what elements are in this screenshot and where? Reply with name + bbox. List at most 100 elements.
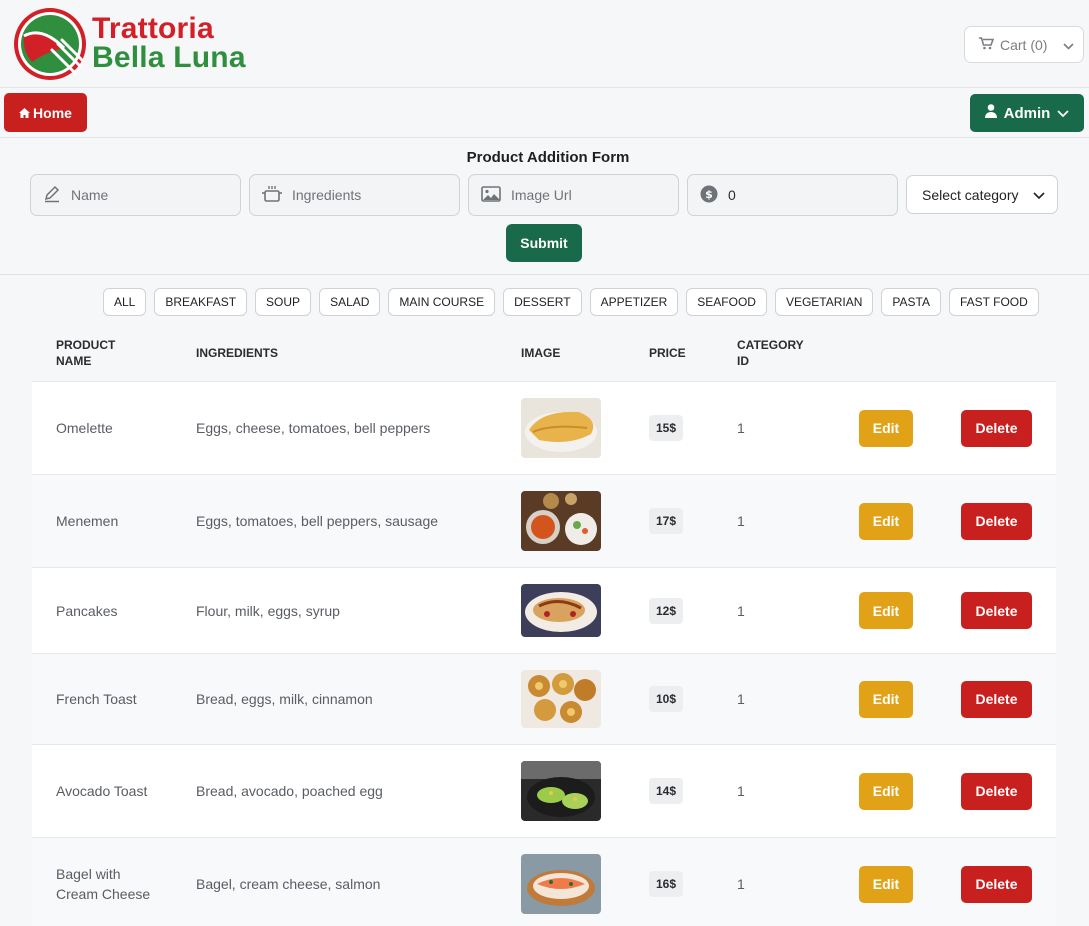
delete-button[interactable]: Delete (961, 592, 1032, 629)
svg-text:$: $ (705, 188, 713, 201)
edit-cell: Edit (859, 568, 913, 653)
table-row: Menemen Eggs, tomatoes, bell peppers, sa… (32, 474, 1056, 567)
edit-cell: Edit (859, 382, 913, 474)
product-category-id: 1 (737, 691, 745, 707)
product-name: Omelette (56, 420, 113, 436)
home-label: Home (33, 104, 72, 121)
category-filter-vegetarian[interactable]: VEGETARIAN (774, 288, 874, 316)
table-row: Omelette Eggs, cheese, tomatoes, bell pe… (32, 381, 1056, 474)
dollar-coin-icon: $ (700, 185, 718, 206)
name-input-placeholder: Name (71, 187, 109, 203)
product-ingredients: Bread, avocado, poached egg (196, 783, 383, 799)
chevron-down-icon (1057, 105, 1069, 122)
delete-cell: Delete (961, 382, 1032, 474)
home-icon (19, 105, 31, 121)
product-image-cell (521, 475, 601, 567)
category-select-label: Select category (922, 186, 1019, 203)
product-price-cell: 17$ (649, 475, 684, 567)
product-category-id: 1 (737, 783, 745, 799)
cart-dropdown-button[interactable]: Cart (0) (964, 26, 1084, 63)
delete-button[interactable]: Delete (961, 680, 1032, 718)
product-category-id: 1 (737, 420, 745, 436)
product-category-id: 1 (737, 876, 745, 892)
product-image-omelette (521, 398, 601, 458)
delete-cell: Delete (961, 654, 1032, 744)
product-name: Menemen (56, 513, 119, 529)
product-price-cell: 12$ (649, 568, 684, 653)
delete-cell: Delete (961, 838, 1032, 926)
product-image-pancakes (521, 584, 601, 637)
column-header-image: IMAGE (521, 346, 561, 360)
category-filter-breakfast[interactable]: BREAKFAST (154, 288, 248, 316)
price-input-value: 0 (728, 187, 736, 203)
edit-cell: Edit (859, 475, 913, 567)
price-badge: 15$ (649, 415, 684, 441)
category-filter-seafood[interactable]: SEAFOOD (686, 288, 767, 316)
edit-button[interactable]: Edit (859, 865, 913, 903)
ingredients-input[interactable]: Ingredients (249, 174, 460, 216)
edit-button[interactable]: Edit (859, 409, 913, 447)
price-badge: 17$ (649, 508, 684, 534)
column-header-ingredients: INGREDIENTS (196, 346, 279, 360)
category-filter-all[interactable]: ALL (103, 288, 147, 316)
image-url-input[interactable]: Image Url (468, 174, 679, 216)
category-filter-pasta[interactable]: PASTA (881, 288, 941, 316)
site-header: Trattoria Bella Luna Cart (0) (0, 0, 1089, 88)
admin-label: Admin (1003, 104, 1051, 122)
table-row: French Toast Bread, eggs, milk, cinnamon… (32, 653, 1056, 744)
product-price-cell: 16$ (649, 838, 684, 926)
category-select[interactable]: Select category (906, 175, 1058, 214)
edit-button[interactable]: Edit (859, 592, 913, 629)
cart-icon (979, 36, 995, 53)
column-header-category-id: CATEGORY ID (737, 338, 804, 368)
edit-button[interactable]: Edit (859, 772, 913, 810)
restaurant-logo[interactable] (12, 6, 88, 82)
category-filter-appetizer[interactable]: APPETIZER (589, 288, 679, 316)
table-row: Bagel with Cream Cheese Bagel, cream che… (32, 837, 1056, 926)
product-image-french-toast (521, 670, 601, 728)
admin-dropdown-button[interactable]: Admin (970, 94, 1084, 132)
pot-icon (262, 185, 282, 206)
price-input[interactable]: $ 0 (687, 174, 898, 216)
chevron-down-icon (1063, 37, 1075, 53)
product-image-menemen (521, 491, 601, 551)
product-image-cell (521, 382, 601, 474)
product-name: French Toast (56, 691, 137, 707)
edit-button[interactable]: Edit (859, 502, 913, 540)
submit-button[interactable]: Submit (506, 224, 582, 262)
delete-cell: Delete (961, 745, 1032, 837)
product-category-id: 1 (737, 602, 745, 619)
delete-button[interactable]: Delete (961, 409, 1032, 447)
table-header: PRODUCT NAME INGREDIENTS IMAGE PRICE CAT… (32, 325, 1056, 381)
user-icon (984, 104, 997, 122)
edit-button[interactable]: Edit (859, 680, 913, 718)
category-filter-soup[interactable]: SOUP (255, 288, 312, 316)
product-name: Bagel with Cream Cheese (56, 866, 151, 902)
product-image-cell (521, 568, 601, 653)
delete-cell: Delete (961, 475, 1032, 567)
form-title: Product Addition Form (466, 149, 630, 166)
name-input[interactable]: Name (30, 174, 241, 216)
image-icon (481, 185, 501, 205)
category-filter-dessert[interactable]: DESSERT (503, 288, 582, 316)
chevron-down-icon (1032, 187, 1045, 203)
product-image-avocado-toast (521, 761, 601, 821)
ingredients-input-placeholder: Ingredients (292, 187, 362, 203)
category-filter-salad[interactable]: SALAD (319, 288, 381, 316)
product-ingredients: Flour, milk, eggs, syrup (196, 602, 340, 619)
table-row: Pancakes Flour, milk, eggs, syrup 12$ 1 … (32, 567, 1056, 653)
delete-button[interactable]: Delete (961, 772, 1032, 810)
category-filter-fast-food[interactable]: FAST FOOD (949, 288, 1039, 316)
delete-button[interactable]: Delete (961, 502, 1032, 540)
edit-cell: Edit (859, 838, 913, 926)
product-name: Avocado Toast (56, 783, 148, 799)
category-filter-bar: ALL BREAKFAST SOUP SALAD MAIN COURSE DES… (103, 288, 1039, 316)
category-filter-main-course[interactable]: MAIN COURSE (388, 288, 496, 316)
edit-cell: Edit (859, 654, 913, 744)
home-button[interactable]: Home (4, 93, 87, 132)
brand-name[interactable]: Trattoria Bella Luna (92, 14, 246, 73)
product-ingredients: Bread, eggs, milk, cinnamon (196, 691, 373, 707)
delete-button[interactable]: Delete (961, 865, 1032, 903)
product-image-cell (521, 745, 601, 837)
pencil-icon (43, 185, 61, 206)
